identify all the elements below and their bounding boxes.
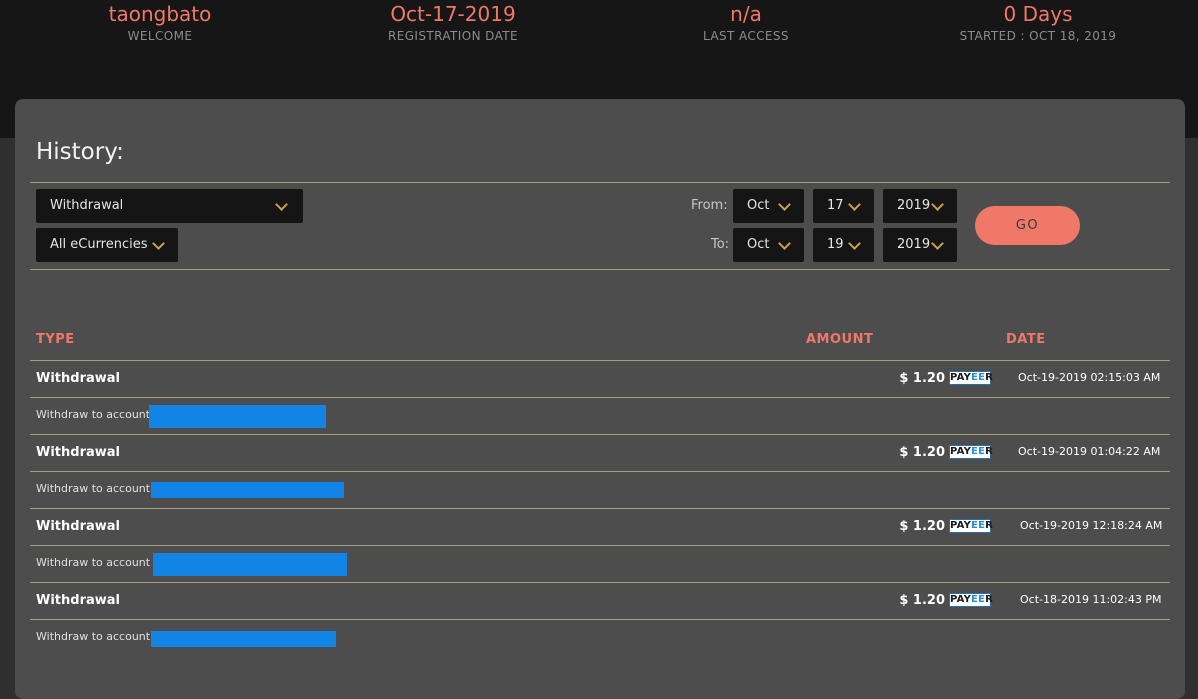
to-day-value: 19 bbox=[827, 237, 844, 252]
transaction-detail: Withdraw to account bbox=[36, 482, 151, 495]
redacted-account bbox=[151, 482, 344, 498]
transaction-amount: $ 1.20 bbox=[899, 371, 945, 386]
welcome-stat: taongbato WELCOME bbox=[20, 0, 300, 43]
divider bbox=[30, 182, 1170, 183]
type-filter-value: Withdrawal bbox=[50, 198, 124, 213]
transaction-amount: $ 1.20 bbox=[899, 445, 945, 460]
from-label: From: bbox=[691, 198, 728, 213]
transaction-amount: $ 1.20 bbox=[899, 519, 945, 534]
registration-stat: Oct-17-2019 REGISTRATION DATE bbox=[313, 0, 593, 43]
payeer-logo-icon: PAYEER bbox=[949, 519, 994, 533]
amount-column-header: AMOUNT bbox=[806, 332, 874, 347]
to-month-select[interactable]: Oct bbox=[733, 228, 804, 262]
to-year-select[interactable]: 2019 bbox=[883, 228, 957, 262]
table-row-detail: Withdraw to account bbox=[30, 471, 1170, 508]
welcome-label: WELCOME bbox=[127, 29, 193, 43]
type-column-header: TYPE bbox=[36, 332, 75, 347]
chevron-down-icon bbox=[848, 198, 861, 211]
page-title: History: bbox=[36, 139, 124, 165]
registration-date: Oct-17-2019 bbox=[390, 2, 516, 26]
payeer-logo-icon: PAYEER bbox=[949, 593, 994, 607]
table-row-detail: Withdraw to account bbox=[30, 619, 1170, 656]
currency-filter-value: All eCurrencies bbox=[50, 237, 148, 252]
days-stat: 0 Days STARTED : OCT 18, 2019 bbox=[898, 0, 1178, 43]
table-row: Withdrawal $ 1.20 PAYEER Oct-19-2019 02:… bbox=[30, 360, 1170, 397]
chevron-down-icon bbox=[152, 237, 165, 250]
last-access-label: LAST ACCESS bbox=[703, 29, 789, 43]
chevron-down-icon bbox=[778, 237, 791, 250]
to-year-value: 2019 bbox=[897, 237, 931, 252]
table-row: Withdrawal $ 1.20 PAYEER Oct-19-2019 12:… bbox=[30, 508, 1170, 545]
go-button[interactable]: GO bbox=[975, 206, 1080, 245]
transaction-type: Withdrawal bbox=[36, 519, 120, 534]
redacted-account bbox=[151, 631, 336, 647]
transaction-detail: Withdraw to account bbox=[36, 556, 151, 569]
table-row: Withdrawal $ 1.20 PAYEER Oct-18-2019 11:… bbox=[30, 582, 1170, 619]
from-month-value: Oct bbox=[747, 198, 770, 213]
table-row: Withdrawal $ 1.20 PAYEER Oct-19-2019 01:… bbox=[30, 434, 1170, 471]
transaction-detail: Withdraw to account bbox=[36, 408, 151, 421]
payeer-logo-icon: PAYEER bbox=[949, 445, 994, 459]
history-panel: History: Withdrawal All eCurrencies From… bbox=[15, 99, 1185, 699]
currency-filter-select[interactable]: All eCurrencies bbox=[36, 228, 178, 262]
transaction-amount: $ 1.20 bbox=[899, 593, 945, 608]
transaction-type: Withdrawal bbox=[36, 445, 120, 460]
to-label: To: bbox=[711, 237, 730, 252]
from-year-value: 2019 bbox=[897, 198, 931, 213]
transaction-date: Oct-19-2019 12:18:24 AM bbox=[1020, 519, 1163, 532]
registration-label: REGISTRATION DATE bbox=[388, 29, 518, 43]
chevron-down-icon bbox=[275, 198, 288, 211]
started-label: STARTED : OCT 18, 2019 bbox=[959, 29, 1117, 43]
from-year-select[interactable]: 2019 bbox=[883, 189, 957, 223]
divider bbox=[30, 269, 1170, 270]
days-value: 0 Days bbox=[1003, 2, 1073, 26]
to-day-select[interactable]: 19 bbox=[813, 228, 874, 262]
table-row-detail: Withdraw to account bbox=[30, 397, 1170, 434]
transaction-detail: Withdraw to account bbox=[36, 630, 151, 643]
chevron-down-icon bbox=[931, 237, 944, 250]
username: taongbato bbox=[108, 2, 212, 26]
redacted-account bbox=[149, 405, 326, 428]
payeer-logo-icon: PAYEER bbox=[949, 371, 994, 385]
transaction-date: Oct-19-2019 02:15:03 AM bbox=[1018, 371, 1161, 384]
chevron-down-icon bbox=[931, 198, 944, 211]
from-day-select[interactable]: 17 bbox=[813, 189, 874, 223]
redacted-account bbox=[153, 553, 347, 576]
date-column-header: DATE bbox=[1006, 332, 1046, 347]
last-access-value: n/a bbox=[730, 2, 762, 26]
chevron-down-icon bbox=[848, 237, 861, 250]
from-day-value: 17 bbox=[827, 198, 844, 213]
transaction-type: Withdrawal bbox=[36, 593, 120, 608]
type-filter-select[interactable]: Withdrawal bbox=[36, 189, 303, 223]
transaction-type: Withdrawal bbox=[36, 371, 120, 386]
from-month-select[interactable]: Oct bbox=[733, 189, 804, 223]
transaction-date: Oct-19-2019 01:04:22 AM bbox=[1018, 445, 1161, 458]
to-month-value: Oct bbox=[747, 237, 770, 252]
last-access-stat: n/a LAST ACCESS bbox=[606, 0, 886, 43]
transaction-date: Oct-18-2019 11:02:43 PM bbox=[1020, 593, 1162, 606]
chevron-down-icon bbox=[778, 198, 791, 211]
table-row-detail: Withdraw to account bbox=[30, 545, 1170, 582]
